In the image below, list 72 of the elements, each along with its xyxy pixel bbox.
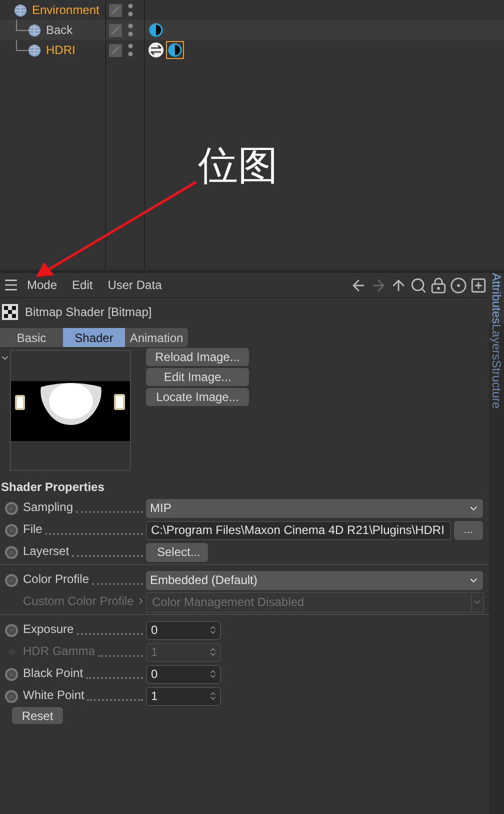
image-button[interactable]: Locate Image... [146, 388, 249, 406]
image-button[interactable]: Reload Image... [146, 348, 249, 366]
annotation-label: 位图 [198, 146, 278, 186]
side-tab[interactable]: Structure [489, 360, 504, 814]
file-path-field[interactable]: C:\Program Files\Maxon Cinema 4D R21\Plugins\HDRI [146, 520, 451, 540]
param-label: Sampling [23, 499, 74, 516]
half-circle-icon [168, 43, 182, 57]
param-label: White Point [23, 687, 84, 704]
tab[interactable]: Shader [63, 328, 125, 347]
visibility-dots-icon[interactable] [128, 23, 133, 37]
add-icon[interactable] [470, 276, 487, 294]
dropdown[interactable]: Embedded (Default) [146, 570, 483, 590]
lock-icon[interactable] [430, 276, 447, 294]
number-field[interactable]: 1 [146, 686, 221, 706]
param-label: HDR Gamma [23, 643, 96, 660]
menu-icon[interactable] [3, 277, 19, 293]
spinner-icon [208, 669, 218, 679]
param-label: Custom Color Profile [23, 593, 134, 610]
browse-button[interactable]: ... [454, 520, 483, 540]
shader-title: Bitmap Shader [Bitmap] [25, 304, 152, 321]
half-circle-icon [149, 23, 163, 37]
tab[interactable]: Animation [125, 328, 188, 347]
animation-radio[interactable] [5, 624, 18, 636]
visibility-dots-icon[interactable] [128, 43, 133, 57]
select-button[interactable]: Select... [146, 542, 208, 562]
tab[interactable]: Basic [0, 328, 63, 347]
globe-icon [28, 24, 41, 36]
globe-icon [28, 44, 41, 56]
swap-arrows-icon [148, 42, 164, 58]
param-label: Color Profile [23, 571, 90, 588]
menu-item[interactable]: User Data [108, 276, 162, 294]
number-field[interactable]: 0 [146, 620, 221, 640]
param-label: File [23, 521, 42, 538]
number-field[interactable]: 0 [146, 664, 221, 684]
target-icon[interactable] [450, 276, 467, 294]
dropdown[interactable]: MIP [146, 498, 483, 518]
side-tab[interactable]: Layers [489, 324, 504, 360]
param-label: Layerset [23, 543, 70, 560]
image-button[interactable]: Edit Image... [146, 368, 249, 386]
animation-radio[interactable] [5, 502, 18, 514]
material-tag[interactable] [166, 41, 184, 59]
side-tab[interactable]: Attributes [489, 273, 504, 324]
animation-radio[interactable] [5, 668, 18, 680]
section-heading: Shader Properties [1, 479, 106, 496]
slash-icon [111, 46, 120, 54]
menu-item[interactable]: Mode [27, 276, 58, 294]
layer-toggle[interactable] [109, 4, 122, 16]
param-label: Black Point [23, 665, 84, 682]
slash-icon [111, 6, 120, 14]
tree-line [16, 20, 28, 31]
object-name[interactable]: HDRI [46, 41, 76, 59]
layer-toggle[interactable] [109, 24, 122, 36]
spinner-icon [208, 647, 218, 657]
param-label: Exposure [23, 621, 74, 638]
object-name[interactable]: Environment [32, 1, 100, 19]
tree-line [16, 40, 28, 51]
spinner-icon [208, 625, 218, 635]
spinner-icon [208, 691, 218, 701]
checker-icon [2, 304, 18, 320]
compositing-tag[interactable] [147, 41, 165, 59]
menu-item[interactable]: Edit [72, 276, 93, 294]
globe-icon [14, 4, 27, 16]
material-tag[interactable] [147, 21, 165, 39]
visibility-dots-icon[interactable] [128, 3, 133, 17]
animation-radio[interactable] [5, 524, 18, 536]
search-icon[interactable] [410, 276, 427, 294]
slash-icon [111, 26, 120, 34]
animation-radio[interactable] [5, 574, 18, 586]
reset-button[interactable]: Reset [12, 707, 63, 724]
animation-radio[interactable] [5, 546, 18, 558]
layer-toggle[interactable] [109, 44, 122, 56]
animation-radio[interactable] [5, 690, 18, 702]
